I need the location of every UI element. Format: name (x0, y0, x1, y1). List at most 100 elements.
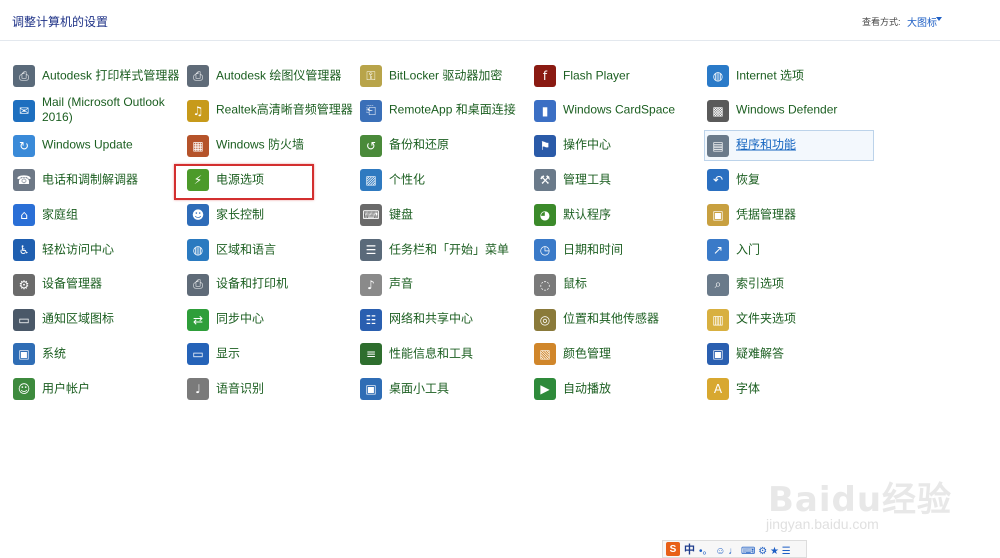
cp-item-speech-recognition[interactable]: ♩ 语音识别 (184, 373, 346, 404)
control-panel-items: ⎙ Autodesk 打印样式管理器 ✉ Mail (Microsoft Outloo… (0, 58, 1000, 408)
cp-item-getting-started[interactable]: ↗ 入门 (704, 234, 866, 265)
cp-item-personalization[interactable]: ▨ 个性化 (357, 164, 519, 195)
cp-item-label: Flash Player (563, 68, 630, 82)
cp-item-label: BitLocker 驱动器加密 (389, 68, 503, 82)
cp-item-admin-tools[interactable]: ⚒ 管理工具 (531, 164, 693, 195)
cp-item-taskbar-start[interactable]: ☰ 任务栏和「开始」菜单 (357, 234, 519, 265)
keyboard-icon: ⌨ (360, 204, 382, 227)
header-divider (0, 40, 1000, 41)
bitlocker-icon: ⚿ (360, 65, 382, 87)
parental-controls-icon: ☻ (187, 204, 209, 227)
cp-item-label: 文件夹选项 (736, 311, 797, 326)
cp-item-user-accounts[interactable]: ☺ 用户帐户 (10, 373, 172, 404)
cp-item-keyboard[interactable]: ⌨ 键盘 (357, 199, 519, 230)
cp-item-label: 显示 (216, 346, 241, 361)
cp-item-label: RemoteApp 和桌面连接 (389, 102, 516, 117)
cp-item-realtek-audio[interactable]: ♫ Realtek高清晰音频管理器 (184, 95, 353, 126)
cp-item-homegroup[interactable]: ⌂ 家庭组 (10, 199, 172, 230)
cp-item-label: 颜色管理 (563, 346, 612, 361)
cp-item-flash-player[interactable]: f Flash Player (531, 60, 693, 91)
cp-item-mail[interactable]: ✉ Mail (Microsoft Outlook 2016) (10, 95, 172, 126)
cp-item-windows-update[interactable]: ↻ Windows Update (10, 130, 172, 161)
cp-item-notification-area[interactable]: ▭ 通知区域图标 (10, 304, 172, 335)
date-time-icon: ◷ (534, 239, 556, 261)
cp-item-default-programs[interactable]: ◕ 默认程序 (531, 199, 693, 230)
cp-item-backup-restore[interactable]: ↺ 备份和还原 (357, 130, 519, 161)
cp-item-plotter-manager[interactable]: ⎙ Autodesk 绘图仪管理器 (184, 60, 346, 91)
cp-item-label: 通知区域图标 (42, 311, 115, 326)
cp-item-internet-options[interactable]: ◍ Internet 选项 (704, 60, 866, 91)
cp-item-devices-printers[interactable]: ⎙ 设备和打印机 (184, 269, 346, 300)
cp-item-indexing-options[interactable]: ⌕ 索引选项 (704, 269, 866, 300)
cp-item-sound[interactable]: ♪ 声音 (357, 269, 519, 300)
cp-item-sync-center[interactable]: ⇄ 同步中心 (184, 304, 346, 335)
sogou-icon[interactable]: S (666, 542, 680, 556)
desktop-gadgets-icon: ▣ (360, 378, 382, 401)
cp-item-bitlocker[interactable]: ⚿ BitLocker 驱动器加密 (357, 60, 519, 91)
cp-item-label: 程序和功能 (736, 137, 797, 152)
cp-item-label: 键盘 (389, 207, 414, 222)
cp-item-location-sensors[interactable]: ◎ 位置和其他传感器 (531, 304, 693, 335)
folder-options-icon: ▥ (707, 308, 729, 331)
cp-item-phone-modem[interactable]: ☎ 电话和调制解调器 (10, 164, 172, 195)
cp-item-label: 系统 (42, 346, 67, 361)
cp-item-display[interactable]: ▭ 显示 (184, 338, 346, 369)
cp-item-color-management[interactable]: ▧ 颜色管理 (531, 338, 693, 369)
cp-item-folder-options[interactable]: ▥ 文件夹选项 (704, 304, 866, 335)
cp-item-printer-style[interactable]: ⎙ Autodesk 打印样式管理器 (10, 60, 179, 91)
view-by-label: 查看方式: (862, 17, 901, 27)
cp-item-programs-features[interactable]: ▤ 程序和功能 (704, 129, 874, 161)
realtek-audio-icon: ♫ (187, 99, 209, 122)
ime-mode-toggle[interactable]: 中 (684, 541, 695, 557)
windows-defender-icon: ▩ (707, 99, 729, 122)
ime-toolbar: S 中 •。 ☺ ♩ ⌨ ⚙ ★ ☰ (662, 540, 807, 558)
cp-item-firewall[interactable]: ▦ Windows 防火墙 (184, 130, 346, 161)
devices-printers-icon: ⎙ (187, 273, 209, 296)
sound-icon: ♪ (360, 273, 382, 296)
cp-item-performance[interactable]: ≡ 性能信息和工具 (357, 338, 519, 369)
cp-item-label: 入门 (736, 242, 761, 256)
cp-item-desktop-gadgets[interactable]: ▣ 桌面小工具 (357, 373, 519, 404)
cp-item-system[interactable]: ▣ 系统 (10, 338, 172, 369)
cp-item-label: 个性化 (389, 172, 426, 187)
cp-item-label: Windows 防火墙 (216, 137, 305, 152)
notification-area-icon: ▭ (13, 308, 35, 331)
cp-item-autoplay[interactable]: ▶ 自动播放 (531, 373, 693, 404)
cp-item-cardspace[interactable]: ▮ Windows CardSpace (531, 95, 693, 126)
cp-item-mouse[interactable]: ◌ 鼠标 (531, 269, 693, 300)
cp-item-troubleshooting[interactable]: ▣ 疑难解答 (704, 338, 866, 369)
cp-item-label: 家长控制 (216, 207, 265, 222)
fonts-icon: A (707, 378, 729, 401)
chevron-down-icon[interactable] (936, 17, 942, 21)
backup-restore-icon: ↺ (360, 134, 382, 157)
cp-item-credential-manager[interactable]: ▣ 凭据管理器 (704, 199, 866, 230)
view-by-dropdown[interactable]: 大图标 (907, 14, 937, 29)
cp-item-remoteapp[interactable]: ⎗ RemoteApp 和桌面连接 (357, 95, 519, 126)
cp-item-fonts[interactable]: A 字体 (704, 373, 866, 404)
default-programs-icon: ◕ (534, 204, 556, 227)
cp-item-network-sharing[interactable]: ☷ 网络和共享中心 (357, 304, 519, 335)
cp-item-label: Windows CardSpace (563, 102, 676, 117)
cp-item-action-center[interactable]: ⚑ 操作中心 (531, 130, 693, 161)
cp-item-ease-of-access[interactable]: ♿ 轻松访问中心 (10, 234, 172, 265)
cp-item-label: 疑难解答 (736, 346, 785, 361)
speech-recognition-icon: ♩ (187, 378, 209, 401)
user-accounts-icon: ☺ (13, 378, 35, 401)
windows-update-icon: ↻ (13, 134, 35, 157)
ime-symbols[interactable]: •。 ☺ ♩ ⌨ ⚙ ★ ☰ (699, 542, 791, 557)
cp-item-region-language[interactable]: ◍ 区域和语言 (184, 234, 346, 265)
mouse-icon: ◌ (534, 273, 556, 296)
cp-item-parental-controls[interactable]: ☻ 家长控制 (184, 199, 346, 230)
cp-item-label: 自动播放 (563, 381, 612, 396)
cp-item-label: 设备和打印机 (216, 276, 289, 291)
cp-item-recovery[interactable]: ↶ 恢复 (704, 164, 866, 195)
credential-manager-icon: ▣ (707, 204, 729, 227)
cp-item-windows-defender[interactable]: ▩ Windows Defender (704, 95, 866, 126)
cp-item-label: 家庭组 (42, 207, 79, 222)
cardspace-icon: ▮ (534, 99, 556, 122)
performance-icon: ≡ (360, 343, 382, 366)
flash-player-icon: f (534, 65, 556, 87)
cp-item-label: 操作中心 (563, 137, 612, 152)
cp-item-date-time[interactable]: ◷ 日期和时间 (531, 234, 693, 265)
cp-item-device-manager[interactable]: ⚙ 设备管理器 (10, 269, 172, 300)
